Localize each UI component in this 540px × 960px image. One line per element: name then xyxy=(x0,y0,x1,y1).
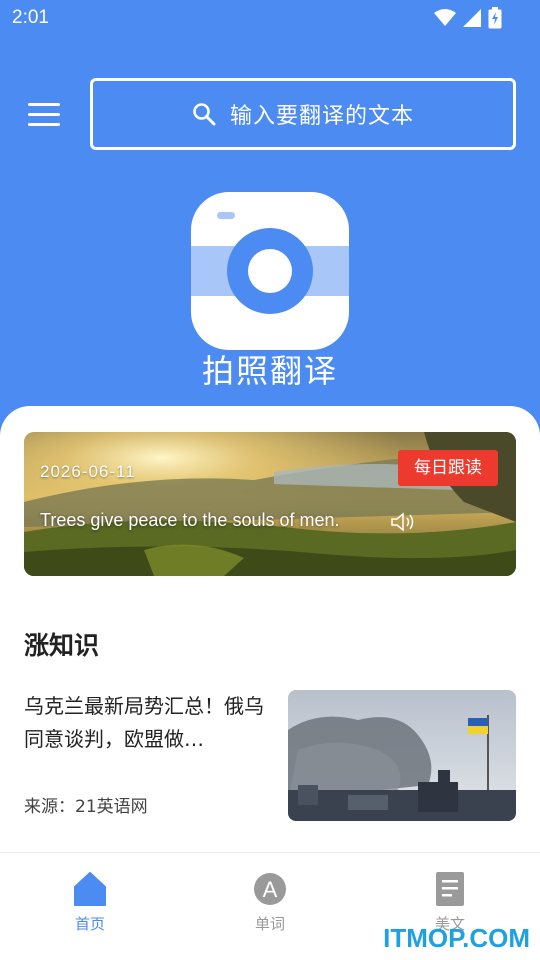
cell-signal-icon xyxy=(463,9,481,27)
status-bar: 2:01 xyxy=(0,0,540,36)
news-list-item[interactable]: 乌克兰最新局势汇总！俄乌同意谈判，欧盟做… 来源：21英语网 xyxy=(0,680,540,830)
status-time: 2:01 xyxy=(12,7,49,28)
tab-home-label: 首页 xyxy=(74,915,105,933)
camera-translate-label[interactable]: 拍照翻译 xyxy=(0,346,540,392)
battery-icon xyxy=(488,7,502,29)
daily-date: 2026-06-11 xyxy=(40,462,136,481)
daily-follow-read-button[interactable]: 每日跟读 xyxy=(398,450,498,486)
menu-icon-line xyxy=(28,123,60,126)
status-icons xyxy=(434,7,502,29)
tab-home[interactable]: 首页 xyxy=(30,853,150,953)
knowledge-section-title: 涨知识 xyxy=(24,631,100,660)
news-title: 乌克兰最新局势汇总！俄乌同意谈判，欧盟做… xyxy=(24,694,264,751)
search-icon xyxy=(193,103,216,126)
news-thumbnail-image xyxy=(288,690,516,821)
search-input[interactable]: 输入要翻译的文本 xyxy=(90,78,516,150)
watermark-logo: ITMOP.COM xyxy=(383,923,530,953)
news-source: 来源：21英语网 xyxy=(24,797,148,817)
speaker-icon[interactable] xyxy=(390,511,416,533)
tab-words[interactable]: A 单词 xyxy=(210,853,330,953)
camera-icon[interactable] xyxy=(191,192,349,350)
letter-a-icon: A xyxy=(254,873,286,905)
svg-text:A: A xyxy=(263,877,278,902)
wifi-icon xyxy=(434,9,456,26)
search-placeholder: 输入要翻译的文本 xyxy=(229,104,414,129)
home-icon xyxy=(74,872,106,906)
menu-button[interactable] xyxy=(26,100,64,130)
menu-icon-line xyxy=(28,113,60,116)
document-icon xyxy=(436,872,464,906)
daily-quote: Trees give peace to the souls of men. xyxy=(40,510,340,530)
daily-reading-card[interactable]: 2026-06-11 每日跟读 Trees give peace to the … xyxy=(24,432,516,576)
tab-words-label: 单词 xyxy=(254,915,285,933)
menu-icon-line xyxy=(28,103,60,106)
